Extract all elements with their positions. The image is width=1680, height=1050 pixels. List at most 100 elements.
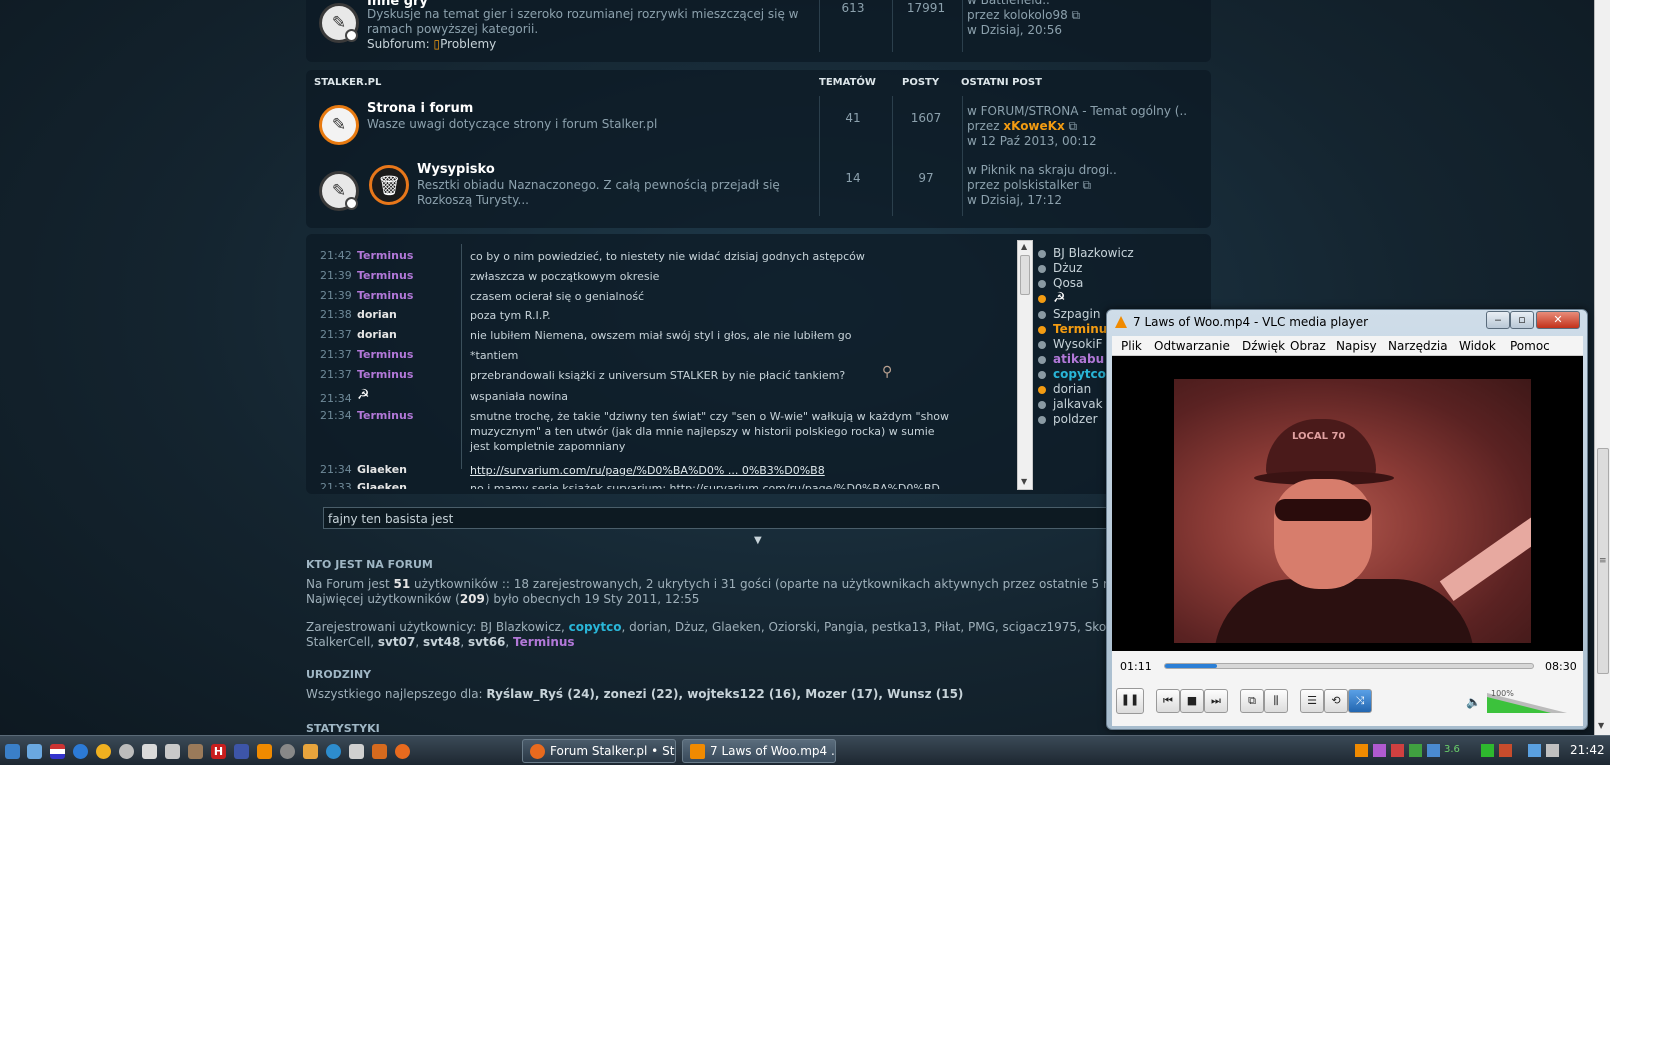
menu-widok[interactable]: Widok [1459, 339, 1496, 353]
online-user[interactable]: WysokiF [1038, 337, 1103, 351]
forum-title[interactable]: Wysypisko [417, 162, 495, 177]
chat-input[interactable]: fajny ten basista jest [323, 507, 1123, 529]
goto-post-icon[interactable]: ⧉ [1072, 8, 1081, 22]
castle-icon[interactable] [188, 744, 203, 759]
online-user[interactable]: BJ Blazkowicz [1038, 246, 1134, 260]
taskbar-button-vlc[interactable]: 7 Laws of Woo.mp4 ... [682, 739, 836, 763]
scroll-thumb[interactable] [1020, 255, 1030, 295]
fullscreen-button[interactable]: ⧉ [1240, 689, 1264, 713]
chat-user[interactable]: dorian [357, 308, 397, 321]
next-button[interactable]: ⏭ [1204, 689, 1228, 713]
menu-odtwarzanie[interactable]: Odtwarzanie [1154, 339, 1230, 353]
browser-scrollbar[interactable]: ≡ ▼ [1594, 0, 1610, 735]
menu-obraz[interactable]: Obraz [1290, 339, 1326, 353]
subforum-link[interactable]: Problemy [440, 37, 496, 51]
printer-icon[interactable] [349, 744, 364, 759]
tray-icon[interactable] [1409, 744, 1422, 757]
star-icon[interactable] [372, 744, 387, 759]
scroll-down-icon[interactable]: ▼ [1598, 721, 1604, 730]
flag-icon[interactable] [50, 744, 65, 759]
folder-icon[interactable] [303, 744, 318, 759]
menu-plik[interactable]: Plik [1121, 339, 1142, 353]
h-icon[interactable]: H [211, 744, 226, 759]
check-icon[interactable] [1481, 744, 1494, 757]
seek-bar[interactable] [1164, 663, 1534, 669]
user-link[interactable]: BJ Blazkowicz, [480, 620, 568, 634]
messenger-icon[interactable] [96, 744, 111, 759]
last-post-topic[interactable]: w FORUM/STRONA - Temat ogólny (.. [967, 104, 1197, 119]
clock[interactable]: 21:42 [1570, 743, 1605, 757]
window-switcher-icon[interactable] [27, 744, 42, 759]
taskbar-button-firefox[interactable]: Forum Stalker.pl • St... [522, 739, 676, 763]
tray-icon[interactable] [1373, 744, 1386, 757]
playlist-button[interactable]: ☰ [1300, 689, 1324, 713]
shuffle-button[interactable]: ⤨ [1348, 689, 1372, 713]
chat-user[interactable]: Glaeken [357, 481, 407, 489]
menu-napisy[interactable]: Napisy [1336, 339, 1377, 353]
chat-link[interactable]: http://survarium.com/ru/page/%D0%BA%D0% … [470, 463, 970, 478]
user-link[interactable]: , dorian, Dżuz, Glaeken, Oziorski, Pangi… [621, 620, 1130, 634]
online-user[interactable]: Terminus [1038, 322, 1115, 336]
volume-slider[interactable]: 100% [1487, 689, 1567, 715]
user-link[interactable]: svt48 [423, 635, 460, 649]
close-button[interactable]: ✕ [1536, 311, 1580, 329]
chat-user[interactable]: Terminus [357, 269, 413, 282]
chat-user[interactable]: Terminus [357, 348, 413, 361]
plane-icon[interactable] [142, 744, 157, 759]
vlc-icon[interactable] [257, 744, 272, 759]
network-icon[interactable] [1528, 744, 1541, 757]
online-user[interactable]: Qosa [1038, 276, 1083, 290]
scroll-down-icon[interactable]: ▼ [1021, 477, 1027, 486]
ie-icon[interactable] [73, 744, 88, 759]
uplay-icon[interactable] [326, 744, 341, 759]
menu-narzedzia[interactable]: Narzędzia [1388, 339, 1448, 353]
firefox-icon[interactable] [395, 744, 410, 759]
goto-post-icon[interactable]: ⧉ [1069, 119, 1078, 133]
maximize-button[interactable]: ▫ [1510, 311, 1534, 329]
volume-icon[interactable] [1546, 744, 1559, 757]
show-desktop-icon[interactable] [5, 744, 20, 759]
last-post-author[interactable]: xKoweKx [1003, 119, 1064, 133]
vlc-tray-icon[interactable] [1355, 744, 1368, 757]
stop-button[interactable]: ■ [1180, 689, 1204, 713]
chat-user[interactable]: Terminus [357, 409, 413, 422]
online-user[interactable]: Szpagin [1038, 307, 1100, 321]
chat-user[interactable]: Terminus [357, 249, 413, 262]
steam-icon[interactable] [280, 744, 295, 759]
chat-user[interactable]: Terminus [357, 289, 413, 302]
online-user[interactable]: atikabu [1038, 352, 1104, 366]
last-post-author[interactable]: polskistalker [1003, 178, 1078, 192]
chat-scrollbar[interactable]: ▲ ▼ [1017, 240, 1033, 490]
speaker-icon[interactable]: 🔈 [1466, 695, 1481, 709]
user-link[interactable]: StalkerCell, [306, 635, 378, 649]
user-link[interactable]: Terminus [513, 635, 575, 649]
loop-button[interactable]: ⟲ [1324, 689, 1348, 713]
online-user[interactable]: ☭ [1038, 290, 1066, 306]
last-post-topic[interactable]: w Battlefield.. [967, 0, 1197, 8]
last-post-topic[interactable]: w Piknik na skraju drogi.. [967, 163, 1197, 178]
menu-pomoc[interactable]: Pomoc [1510, 339, 1550, 353]
forum-title[interactable]: Strona i forum [367, 101, 473, 116]
birthday-users[interactable]: Ryślaw_Ryś (24), zonezi (22), wojteks122… [486, 687, 963, 701]
chat-user[interactable]: Terminus [357, 368, 413, 381]
expand-icon[interactable]: ▼ [754, 535, 762, 546]
online-user[interactable]: poldzer [1038, 412, 1098, 426]
minimize-button[interactable]: ‒ [1486, 311, 1510, 329]
goto-post-icon[interactable]: ⧉ [1083, 178, 1092, 192]
online-user[interactable]: copytco [1038, 367, 1106, 381]
tray-icon[interactable] [1427, 744, 1440, 757]
tray-icon[interactable] [1391, 744, 1404, 757]
chat-user[interactable]: dorian [357, 328, 397, 341]
previous-button[interactable]: ⏮ [1156, 689, 1180, 713]
tray-icon[interactable] [1499, 744, 1512, 757]
video-area[interactable]: LOCAL 70 [1112, 356, 1583, 651]
pause-button[interactable]: ❚❚ [1116, 688, 1144, 714]
app-icon[interactable] [119, 744, 134, 759]
last-post-author[interactable]: kolokolo98 [1003, 8, 1067, 22]
online-user[interactable]: Dżuz [1038, 261, 1082, 275]
user-link[interactable]: svt66 [468, 635, 505, 649]
online-user[interactable]: dorian [1038, 382, 1091, 396]
user-link[interactable]: svt07 [378, 635, 415, 649]
scroll-up-icon[interactable]: ▲ [1021, 242, 1027, 251]
chat-user[interactable]: Glaeken [357, 463, 407, 476]
